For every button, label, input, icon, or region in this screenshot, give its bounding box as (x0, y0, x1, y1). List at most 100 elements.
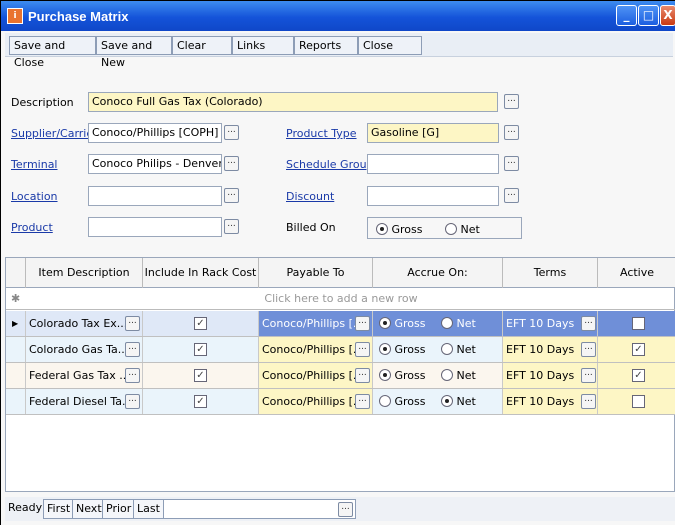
payable-to-cell[interactable]: Conoco/Phillips [...... (258, 363, 372, 388)
reports-button[interactable]: Reports (294, 36, 358, 55)
header-payable-to[interactable]: Payable To (258, 258, 372, 288)
location-field[interactable] (88, 186, 222, 206)
active-checkbox[interactable] (632, 317, 645, 330)
active-cell[interactable]: ✓ (597, 363, 675, 388)
accrue-on-cell[interactable]: Gross Net (372, 311, 502, 336)
schedule-group-ellipsis-button[interactable]: ... (504, 156, 519, 171)
supplier-carrier-link[interactable]: Supplier/Carrier (11, 127, 98, 140)
terminal-field[interactable]: Conoco Philips - Denver [CPI (88, 154, 222, 174)
active-cell[interactable] (597, 311, 675, 336)
close-button[interactable]: Close (358, 36, 422, 55)
active-checkbox[interactable]: ✓ (632, 343, 645, 356)
discount-field[interactable] (367, 186, 499, 206)
payable-ellipsis-button[interactable]: ... (355, 368, 370, 383)
include-checkbox[interactable]: ✓ (194, 369, 207, 382)
terms-cell[interactable]: EFT 10 Days... (502, 363, 597, 388)
links-button[interactable]: Links (232, 36, 294, 55)
billed-on-net-option[interactable]: Net (445, 221, 480, 238)
maximize-button[interactable]: □ (638, 5, 659, 26)
header-include-in-rack-cost[interactable]: Include In Rack Cost (142, 258, 258, 288)
accrue-gross-option[interactable]: Gross (379, 311, 426, 336)
accrue-gross-option[interactable]: Gross (379, 389, 426, 414)
accrue-gross-radio[interactable] (379, 395, 391, 407)
add-new-row[interactable]: ✱ Click here to add a new row (6, 288, 675, 310)
terms-ellipsis-button[interactable]: ... (581, 316, 596, 331)
location-ellipsis-button[interactable]: ... (224, 188, 239, 203)
record-search-field[interactable] (163, 499, 356, 519)
header-item-description[interactable]: Item Description (25, 258, 142, 288)
accrue-net-option[interactable]: Net (441, 311, 476, 336)
product-type-link[interactable]: Product Type (286, 127, 357, 140)
record-search-ellipsis-button[interactable]: ... (338, 502, 353, 517)
terms-cell[interactable]: EFT 10 Days... (502, 389, 597, 414)
item-description-cell[interactable]: Colorado Tax Ex...... (25, 311, 142, 336)
first-button[interactable]: First (43, 499, 75, 519)
accrue-on-cell[interactable]: Gross Net (372, 337, 502, 362)
item-ellipsis-button[interactable]: ... (125, 316, 140, 331)
accrue-gross-radio[interactable] (379, 343, 391, 355)
terminal-link[interactable]: Terminal (11, 158, 58, 171)
accrue-net-radio[interactable] (441, 317, 453, 329)
minimize-button[interactable]: _ (616, 5, 637, 26)
close-window-button[interactable]: X (660, 5, 675, 26)
active-cell[interactable]: ✓ (597, 337, 675, 362)
terminal-ellipsis-button[interactable]: ... (224, 156, 239, 171)
prior-button[interactable]: Prior (102, 499, 136, 519)
accrue-net-radio[interactable] (441, 343, 453, 355)
include-cell[interactable]: ✓ (142, 337, 258, 362)
header-active[interactable]: Active (597, 258, 675, 288)
accrue-net-option[interactable]: Net (441, 363, 476, 388)
billed-on-net-radio[interactable] (445, 223, 457, 235)
table-row[interactable]: ▶ Colorado Tax Ex...... ✓ Conoco/Phillip… (6, 311, 675, 337)
header-accrue-on[interactable]: Accrue On: (372, 258, 502, 288)
accrue-gross-radio[interactable] (379, 317, 391, 329)
product-field[interactable] (88, 217, 222, 237)
save-and-new-button[interactable]: Save and New (96, 36, 172, 69)
table-row[interactable]: Federal Diesel Ta...... ✓ Conoco/Phillip… (6, 389, 675, 415)
include-cell[interactable]: ✓ (142, 311, 258, 336)
supplier-ellipsis-button[interactable]: ... (224, 125, 239, 140)
include-checkbox[interactable]: ✓ (194, 317, 207, 330)
active-checkbox[interactable] (632, 395, 645, 408)
item-description-cell[interactable]: Federal Gas Tax ...... (25, 363, 142, 388)
payable-ellipsis-button[interactable]: ... (355, 316, 370, 331)
terms-cell[interactable]: EFT 10 Days... (502, 311, 597, 336)
product-ellipsis-button[interactable]: ... (224, 219, 239, 234)
payable-ellipsis-button[interactable]: ... (355, 342, 370, 357)
product-link[interactable]: Product (11, 221, 53, 234)
accrue-net-radio[interactable] (441, 369, 453, 381)
active-checkbox[interactable]: ✓ (632, 369, 645, 382)
clear-button[interactable]: Clear (172, 36, 232, 55)
product-type-field[interactable]: Gasoline [G] (367, 123, 499, 143)
terms-ellipsis-button[interactable]: ... (581, 394, 596, 409)
terms-ellipsis-button[interactable]: ... (581, 368, 596, 383)
item-description-cell[interactable]: Colorado Gas Ta...... (25, 337, 142, 362)
payable-to-cell[interactable]: Conoco/Phillips [...... (258, 337, 372, 362)
supplier-field[interactable]: Conoco/Phillips [COPH] (88, 123, 222, 143)
accrue-gross-radio[interactable] (379, 369, 391, 381)
row-selector[interactable]: ▶ (6, 311, 25, 336)
description-field[interactable]: Conoco Full Gas Tax (Colorado) (88, 92, 498, 112)
product-type-ellipsis-button[interactable]: ... (504, 125, 519, 140)
accrue-net-option[interactable]: Net (441, 389, 476, 414)
item-ellipsis-button[interactable]: ... (125, 368, 140, 383)
active-cell[interactable] (597, 389, 675, 414)
accrue-gross-option[interactable]: Gross (379, 337, 426, 362)
terms-ellipsis-button[interactable]: ... (581, 342, 596, 357)
item-ellipsis-button[interactable]: ... (125, 394, 140, 409)
last-button[interactable]: Last (133, 499, 164, 519)
next-button[interactable]: Next (72, 499, 106, 519)
item-description-cell[interactable]: Federal Diesel Ta...... (25, 389, 142, 414)
discount-ellipsis-button[interactable]: ... (504, 188, 519, 203)
include-checkbox[interactable]: ✓ (194, 395, 207, 408)
table-row[interactable]: Federal Gas Tax ...... ✓ Conoco/Phillips… (6, 363, 675, 389)
row-selector[interactable] (6, 363, 25, 388)
accrue-net-radio[interactable] (441, 395, 453, 407)
include-checkbox[interactable]: ✓ (194, 343, 207, 356)
include-cell[interactable]: ✓ (142, 363, 258, 388)
header-terms[interactable]: Terms (502, 258, 597, 288)
payable-to-cell[interactable]: Conoco/Phillips [...... (258, 389, 372, 414)
accrue-on-cell[interactable]: Gross Net (372, 363, 502, 388)
accrue-gross-option[interactable]: Gross (379, 363, 426, 388)
item-ellipsis-button[interactable]: ... (125, 342, 140, 357)
